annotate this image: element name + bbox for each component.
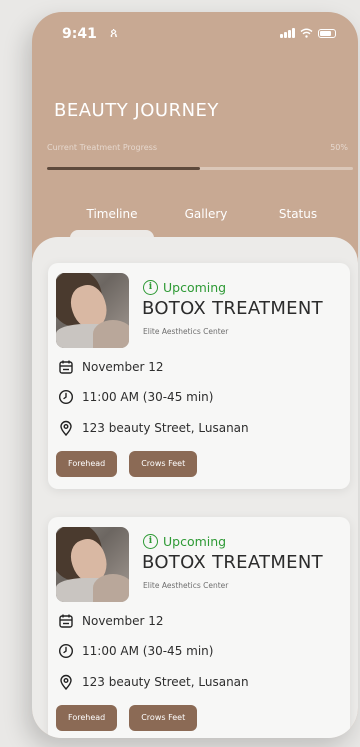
status-icons — [280, 28, 336, 38]
area-chip-forehead[interactable]: Forehead — [56, 451, 118, 477]
status-badge: i Upcoming — [143, 534, 226, 549]
calendar-icon — [59, 614, 73, 628]
location-pin-icon — [60, 674, 72, 690]
area-chip-forehead[interactable]: Forehead — [56, 705, 118, 731]
info-icon: i — [143, 534, 158, 549]
tab-timeline[interactable]: Timeline — [72, 207, 152, 221]
treatment-card[interactable]: i Upcoming BOTOX TREATMENT Elite Aesthet… — [48, 263, 350, 489]
treatment-title: BOTOX TREATMENT — [142, 552, 323, 573]
info-icon: i — [143, 280, 158, 295]
phone-screen: 9:41 ጰ BEAUTY JOURNEY Current Treatment … — [32, 12, 358, 738]
progress-value: 50% — [330, 143, 348, 152]
clinic-name: Elite Aesthetics Center — [143, 581, 229, 590]
status-bar: 9:41 ጰ — [32, 12, 358, 56]
area-chip-crows-feet[interactable]: Crows Feet — [129, 451, 198, 477]
tab-status[interactable]: Status — [258, 207, 338, 221]
area-chip-crows-feet[interactable]: Crows Feet — [129, 705, 198, 731]
status-badge: i Upcoming — [143, 280, 226, 295]
location-pin-icon — [60, 420, 72, 436]
treatment-areas: Forehead Crows Feet — [56, 705, 198, 731]
signal-icon — [280, 28, 295, 38]
timeline-content: i Upcoming BOTOX TREATMENT Elite Aesthet… — [32, 237, 358, 738]
time-row: 11:00 AM (30-45 min) — [58, 643, 213, 659]
time-row: 11:00 AM (30-45 min) — [58, 389, 213, 405]
progress-label: Current Treatment Progress — [47, 143, 157, 152]
battery-icon — [318, 28, 336, 38]
clinic-name: Elite Aesthetics Center — [143, 327, 229, 336]
date-row: November 12 — [58, 359, 164, 375]
appointment-date: November 12 — [82, 614, 164, 628]
tab-bar: Timeline Gallery Status — [32, 207, 358, 231]
location-row: 123 beauty Street, Lusanan — [58, 674, 249, 690]
status-extra-icon: ጰ — [110, 26, 118, 41]
progress-bar — [47, 167, 353, 170]
clock-icon — [58, 389, 74, 405]
treatment-areas: Forehead Crows Feet — [56, 451, 198, 477]
appointment-date: November 12 — [82, 360, 164, 374]
appointment-location: 123 beauty Street, Lusanan — [82, 421, 249, 435]
status-text: Upcoming — [163, 280, 227, 295]
progress-fill — [47, 167, 200, 170]
wifi-icon — [300, 28, 313, 38]
date-row: November 12 — [58, 613, 164, 629]
treatment-photo — [56, 273, 129, 348]
appointment-time: 11:00 AM (30-45 min) — [82, 644, 214, 658]
app-title: BEAUTY JOURNEY — [54, 100, 219, 122]
appointment-time: 11:00 AM (30-45 min) — [82, 390, 214, 404]
status-text: Upcoming — [163, 534, 227, 549]
clock-icon — [58, 643, 74, 659]
location-row: 123 beauty Street, Lusanan — [58, 420, 249, 436]
tab-gallery[interactable]: Gallery — [166, 207, 246, 221]
appointment-location: 123 beauty Street, Lusanan — [82, 675, 249, 689]
treatment-card[interactable]: i Upcoming BOTOX TREATMENT Elite Aesthet… — [48, 517, 350, 738]
treatment-title: BOTOX TREATMENT — [142, 298, 323, 319]
calendar-icon — [59, 360, 73, 374]
status-time: 9:41 — [62, 26, 97, 42]
treatment-photo — [56, 527, 129, 602]
